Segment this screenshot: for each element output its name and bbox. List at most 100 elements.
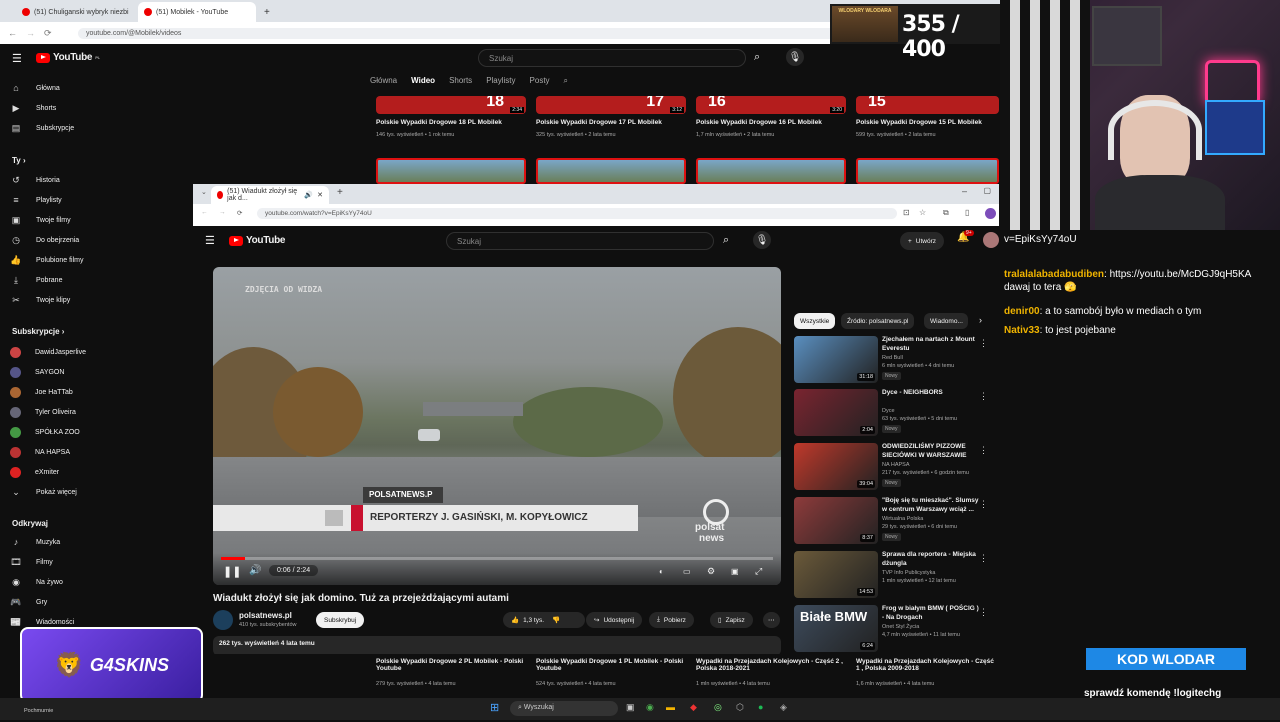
mic-icon[interactable]: 🎙 [753,231,771,249]
description-box[interactable]: 262 tys. wyświetleń 4 lata temu [213,636,781,654]
sidebar-item-live[interactable]: ◉ Na żywo [10,577,63,588]
sidebar-item-shorts[interactable]: ▶ Shorts [10,103,57,114]
app-icon[interactable]: ⬡ [736,702,744,713]
miniplayer-icon[interactable]: ▣ [731,567,739,576]
video-thumbnail[interactable]: 15 [856,96,999,114]
video-thumbnail[interactable] [696,158,846,184]
rec-channel[interactable]: Onet Styl Życia [882,624,919,630]
sidebar-item-your-videos[interactable]: ▣ Twoje filmy [10,215,71,226]
pause-icon[interactable]: ❚❚ [223,565,241,578]
tab-list-icon[interactable]: ⌄ [201,188,207,196]
profile-avatar[interactable] [985,208,996,219]
video-thumbnail[interactable] [376,158,526,184]
sidebar-item-playlists[interactable]: ≡ Playlisty [10,195,61,205]
forward-icon[interactable]: → [219,209,226,216]
taskbar-search[interactable]: ⌕ Wyszukaj [510,701,618,716]
menu-icon[interactable]: ☰ [12,52,22,65]
outer-tab-1[interactable]: (51) Chuliganski wybryk niezbi [16,2,136,22]
new-tab-icon[interactable]: + [258,2,276,22]
mic-icon[interactable]: 🎙 [786,48,804,66]
sidebar-sub-5[interactable]: SPÓŁKA ZOO [10,427,80,438]
sidebar-item-movies[interactable]: 🎞 Filmy [10,557,52,568]
captions-icon[interactable]: ▭ [683,567,691,576]
more-icon[interactable]: ⋮ [979,499,988,510]
rec-thumbnail[interactable]: 31:18 [794,336,878,383]
tab-videos[interactable]: Wideo [411,76,435,86]
sidebar-item-downloads[interactable]: ⤓ Pobrane [10,275,62,286]
app-icon[interactable]: ◈ [780,702,787,713]
recommendation-item[interactable]: Białe BMW 6:24 Frog w białym BMW ( POŚCIG … [794,605,994,653]
video-title[interactable]: Polskie Wypadki Drogowe 17 PL Mobilek [536,119,662,126]
rec-channel[interactable]: Red Bull [882,355,903,361]
sidebar-item-music[interactable]: ♪ Muzyka [10,537,60,547]
sidebar-item-clips[interactable]: ✂ Twoje klipy [10,295,70,306]
rec-title[interactable]: Frog w białym BMW ( POŚCIG ) - Na Drogac… [882,605,982,622]
sidebar-sub-2[interactable]: SAYGON [10,367,64,378]
search-icon[interactable]: ⌕ [564,76,568,86]
thumb-down-icon[interactable]: 👎 [552,616,560,624]
chip-source[interactable]: Źródło: polsatnews.pl [841,313,915,329]
sidebar-subs-header[interactable]: Subskrypcje › [12,327,64,336]
back-icon[interactable]: ← [8,28,17,38]
more-button[interactable]: ⋯ [763,612,780,628]
folder-icon[interactable]: ▬ [666,702,675,712]
extensions-icon[interactable]: ⧉ [943,208,949,218]
sidepanel-icon[interactable]: ▯ [965,208,969,217]
recommendation-item[interactable]: 14:53 Sprawa dla reportera - Miejska dżun… [794,551,994,599]
rec-title[interactable]: Sprawa dla reportera - Miejska dżungla [882,551,982,568]
inner-search-input[interactable]: Szukaj [446,232,714,250]
youtube-logo[interactable]: YouTube PL [36,52,100,63]
rec-thumbnail[interactable]: 2:04 [794,389,878,436]
inner-url-field[interactable]: youtube.com/watch?v=EpiKsYy74oU [257,208,897,219]
video-thumbnail[interactable]: 16 3:20 [696,96,846,114]
forward-icon[interactable]: → [26,28,35,38]
app-icon[interactable]: ◎ [714,702,722,713]
chrome-icon[interactable]: ◉ [646,702,654,713]
outer-search-input[interactable]: Szukaj [478,49,746,67]
sidebar-item-subscriptions[interactable]: ▤ Subskrypcje [10,123,74,134]
rec-title[interactable]: Dyce - NEIGHBORS [882,389,982,398]
progress-bar[interactable] [221,557,773,560]
download-button[interactable]: ⤓ Pobierz [649,612,694,628]
tab-posts[interactable]: Posty [530,76,550,86]
rec-channel[interactable]: Dyce [882,408,895,414]
search-icon[interactable]: ⌕ [723,234,729,247]
tab-playlists[interactable]: Playlisty [486,76,515,86]
video-thumbnail[interactable]: 17 3:12 [536,96,686,114]
video-title[interactable]: Wypadki na Przejazdach Kolejowych - Częś… [696,658,846,672]
sidebar-sub-3[interactable]: Joe HaTTab [10,387,73,398]
sidebar-sub-6[interactable]: NA HAPSA [10,447,70,458]
video-player[interactable]: ZDJĘCIA OD WIDZA POLSATNEWS.P REPORTERZY… [213,267,781,585]
recommendation-item[interactable]: 39:04 ODWIEDZILIŚMY PIZZOWE SIECIÓWKI W W… [794,443,994,491]
video-title[interactable]: Polskie Wypadki Drogowe 18 PL Mobilek [376,119,502,126]
app-icon[interactable]: ◆ [690,702,697,713]
outer-tab-2[interactable]: (51) Mobilek - YouTube [138,2,256,22]
recommendation-item[interactable]: 8:37 "Boję się tu mieszkać". Slumsy w cen… [794,497,994,545]
inner-tab[interactable]: (51) Wiadukt złożył się jak d... 🔊 ✕ [211,186,329,204]
rec-thumbnail[interactable]: 14:53 [794,551,878,598]
video-title[interactable]: Wypadki na Przejazdach Kolejowych - Częś… [856,658,996,672]
video-title[interactable]: Polskie Wypadki Drogowe 15 PL Mobilek [856,119,982,126]
like-button[interactable]: 👍 1,3 tys. 👎 [503,612,585,628]
back-icon[interactable]: ← [201,209,208,216]
reload-icon[interactable]: ⟳ [237,209,242,217]
menu-icon[interactable]: ☰ [205,234,215,247]
new-tab-icon[interactable]: + [337,187,343,198]
sidebar-sub-7[interactable]: eXmiter [10,467,59,478]
video-title[interactable]: Polskie Wypadki Drogowe 2 PL Mobilek - P… [376,658,526,672]
close-icon[interactable]: ✕ [317,191,323,199]
gear-icon[interactable]: ⚙ [707,566,715,577]
install-icon[interactable]: ⊡ [903,208,910,217]
video-thumbnail[interactable]: 18 2:34 [376,96,526,114]
minimize-icon[interactable]: – [962,186,967,196]
more-icon[interactable]: ⋮ [979,553,988,564]
sidebar-you-header[interactable]: Ty › [12,156,26,165]
spotify-icon[interactable]: ● [758,702,763,712]
chip-news[interactable]: Wiadomo... [924,313,968,329]
sidebar-item-gaming[interactable]: 🎮 Gry [10,597,47,608]
star-icon[interactable]: ☆ [919,208,926,217]
autoplay-toggle-icon[interactable]: ◐ [659,567,664,576]
rec-thumbnail[interactable]: 39:04 [794,443,878,490]
sidebar-sub-1[interactable]: DawidJasperlive [10,347,86,358]
channel-avatar[interactable] [213,610,233,630]
